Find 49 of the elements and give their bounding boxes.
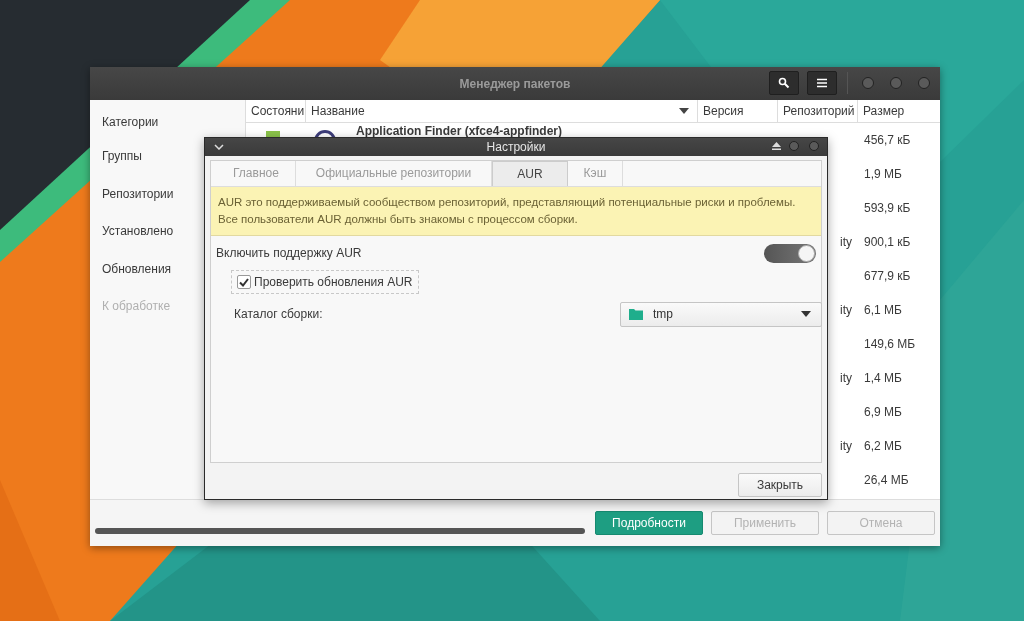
sidebar-item[interactable]: Категории <box>90 108 245 138</box>
checkbox[interactable]: Проверить обновления AUR <box>231 270 420 294</box>
minimize-button[interactable] <box>789 141 799 151</box>
menu-button[interactable] <box>807 71 837 95</box>
sort-arrow-icon <box>679 108 689 114</box>
dialog-title: Настройки <box>486 140 546 154</box>
table-cell: 149,6 МБ <box>864 337 916 351</box>
maximize-button[interactable] <box>890 77 902 89</box>
table-cell: ity <box>840 439 852 453</box>
eject-icon[interactable] <box>772 142 781 150</box>
column-header[interactable]: Название <box>306 100 698 122</box>
table-cell: 6,1 МБ <box>864 303 902 317</box>
table-cell: 6,2 МБ <box>864 439 902 453</box>
scrollbar[interactable] <box>95 528 585 534</box>
table-cell: 593,9 кБ <box>864 201 911 215</box>
option-label: Включить поддержку AUR <box>216 246 362 260</box>
column-header[interactable]: Состояни <box>246 100 306 122</box>
table-cell: ity <box>840 371 852 385</box>
table-cell: 26,4 МБ <box>864 473 909 487</box>
column-header[interactable]: Репозиторий <box>778 100 858 122</box>
chevron-icon[interactable] <box>214 144 224 150</box>
toggle-switch[interactable] <box>764 243 816 263</box>
close-dialog-button[interactable]: Закрыть <box>738 473 822 497</box>
table-cell: 456,7 кБ <box>864 133 911 147</box>
tab[interactable]: AUR <box>492 161 568 186</box>
column-header[interactable]: Размер <box>858 100 940 122</box>
table-cell: 6,9 МБ <box>864 405 902 419</box>
table-cell: ity <box>840 303 852 317</box>
folder-dropdown[interactable]: tmp <box>620 301 822 327</box>
table-cell: 677,9 кБ <box>864 269 911 283</box>
check-icon <box>239 277 249 287</box>
column-header[interactable]: Версия <box>698 100 778 122</box>
table-cell: Application Finder (xfce4-appfinder) <box>356 124 562 138</box>
table-cell: 1,9 МБ <box>864 167 902 181</box>
close-button[interactable] <box>918 77 930 89</box>
window-title: Менеджер пакетов <box>459 76 571 91</box>
table-cell: ity <box>840 235 852 249</box>
menu-icon <box>816 78 828 88</box>
table-cell: 1,4 МБ <box>864 371 902 385</box>
folder-icon <box>629 308 643 320</box>
table-cell: 900,1 кБ <box>864 235 911 249</box>
close-button[interactable] <box>809 141 819 151</box>
info-text: AUR это поддерживаемый сообществом репозиторий, представляющий потенциальные риски и проблемы. <box>218 196 796 208</box>
minimize-button[interactable] <box>862 77 874 89</box>
caret-icon <box>801 311 811 317</box>
info-text: Все пользователи AUR должны быть знакомы с процессом сборки. <box>218 213 578 225</box>
search-icon <box>778 77 790 89</box>
option-label: Каталог сборки: <box>234 307 323 321</box>
search-button[interactable] <box>769 71 799 95</box>
